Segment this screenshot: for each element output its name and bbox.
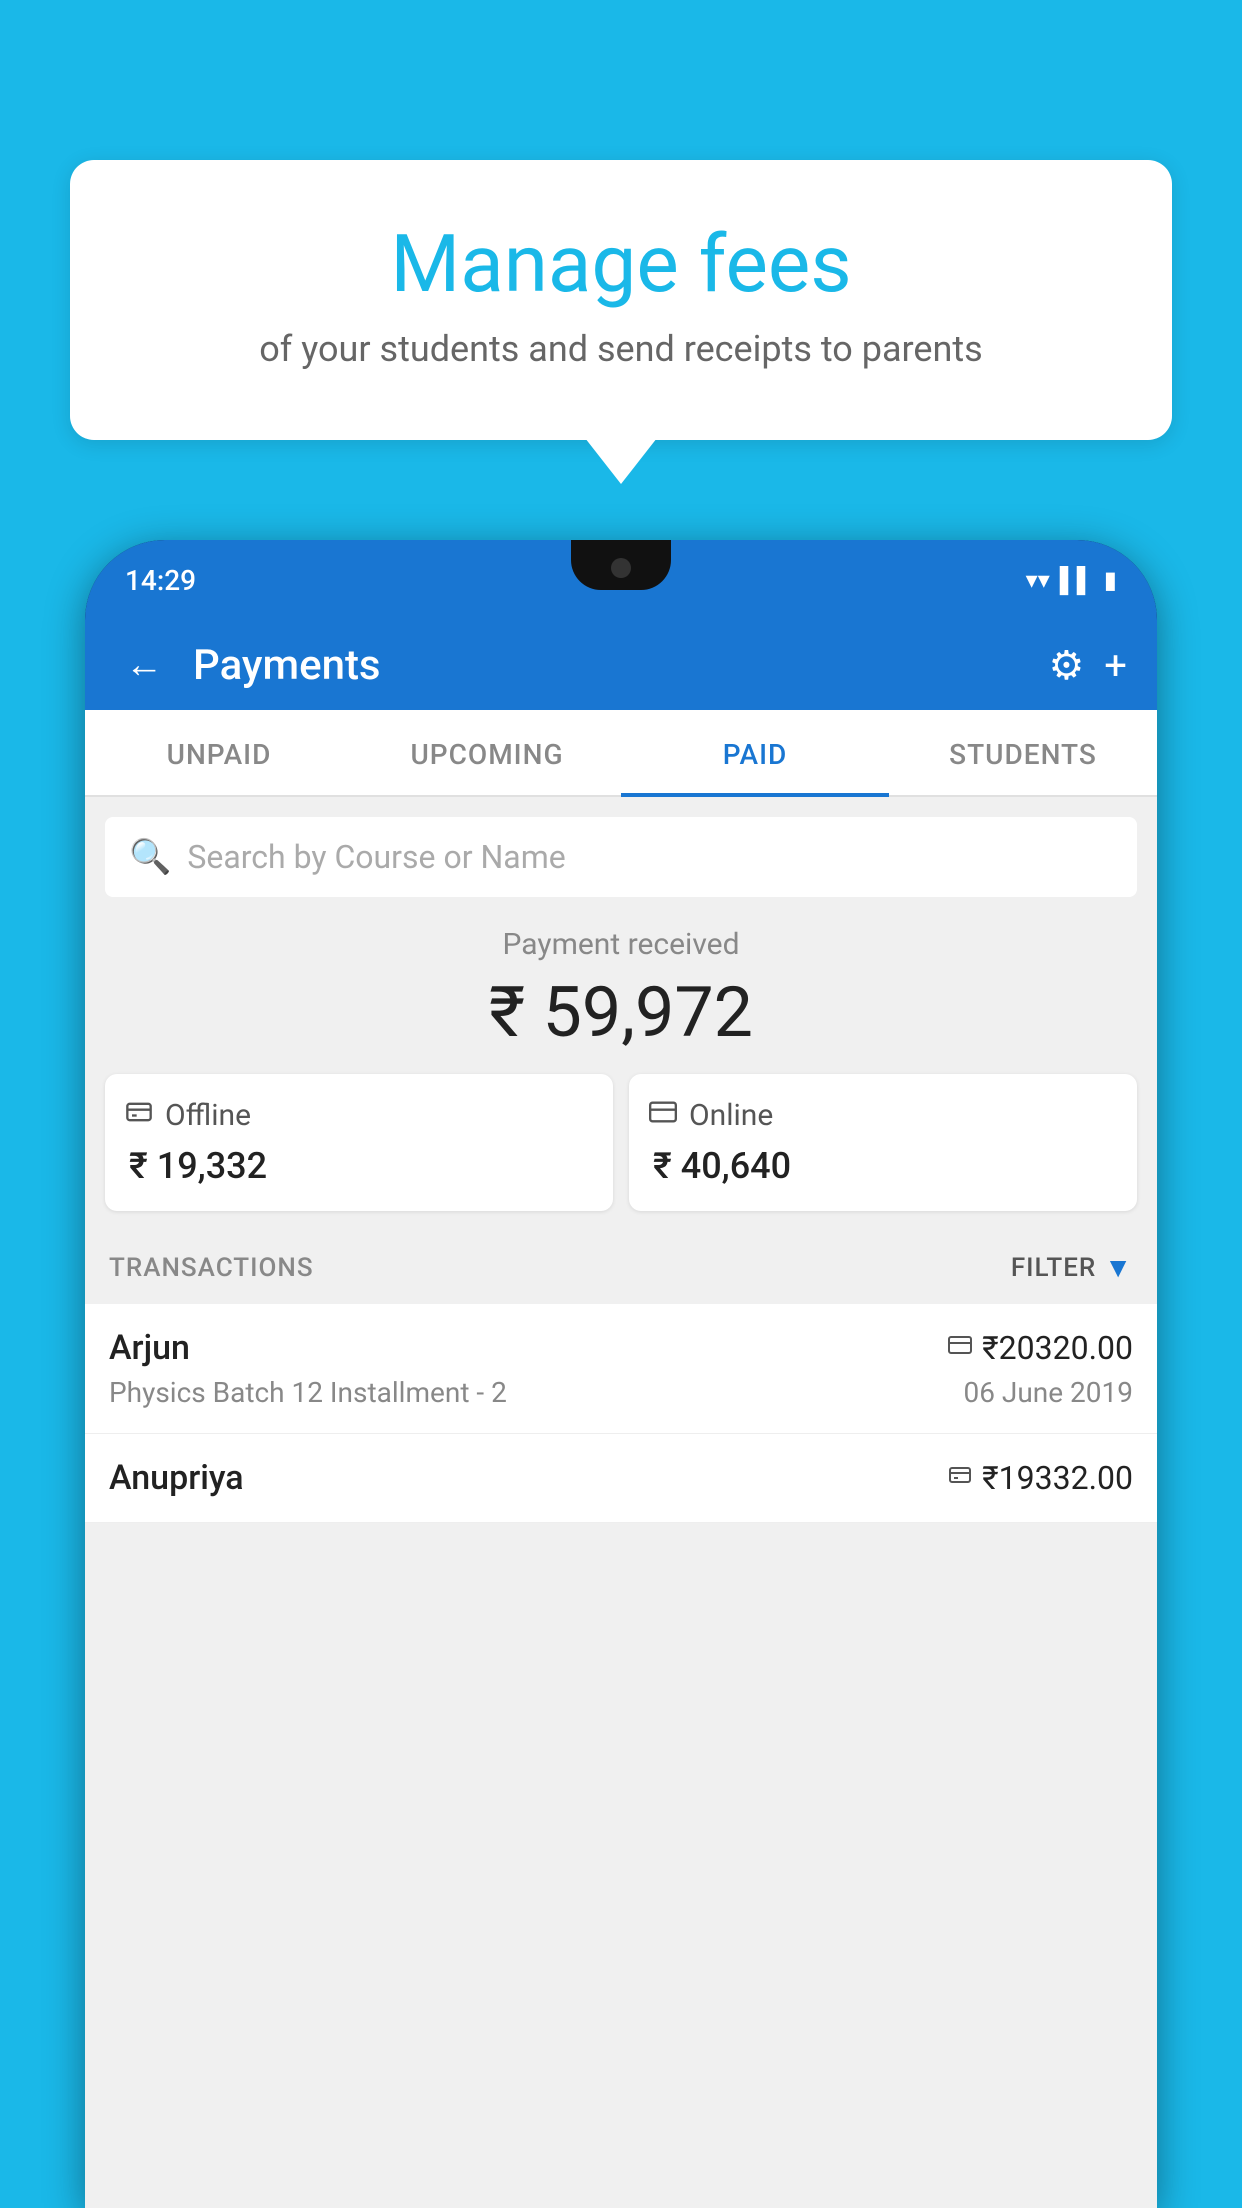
tooltip-title: Manage fees (120, 220, 1122, 308)
wifi-icon: ▾▾ (1026, 566, 1050, 594)
offline-amount: ₹ 19,332 (125, 1145, 593, 1187)
phone-screen: UNPAID UPCOMING PAID STUDENTS 🔍 Search b… (85, 710, 1157, 2208)
offline-label: Offline (165, 1098, 251, 1133)
phone-notch (571, 540, 671, 590)
offline-card-header: Offline (125, 1098, 593, 1133)
app-header: ← Payments ⚙ + (85, 620, 1157, 710)
search-icon: 🔍 (129, 837, 171, 877)
transaction-amount-wrap: ₹19332.00 (948, 1459, 1133, 1497)
filter-icon: ▼ (1104, 1251, 1133, 1284)
status-bar: 14:29 ▾▾ ▌▌ ▮ (85, 540, 1157, 620)
signal-icon: ▌▌ (1060, 566, 1094, 595)
offline-icon (125, 1098, 153, 1133)
tab-paid[interactable]: PAID (621, 710, 889, 795)
online-card-header: Online (649, 1098, 1117, 1133)
tooltip-subtitle: of your students and send receipts to pa… (120, 328, 1122, 370)
online-icon (649, 1098, 677, 1133)
camera-icon (611, 558, 631, 578)
transaction-date: 06 June 2019 (963, 1376, 1133, 1409)
transaction-item-anupriya[interactable]: Anupriya ₹19332.00 (85, 1434, 1157, 1523)
filter-button[interactable]: FILTER ▼ (1011, 1251, 1133, 1284)
status-time: 14:29 (125, 564, 196, 597)
settings-button[interactable]: ⚙ (1048, 642, 1084, 689)
transaction-row-bottom: Physics Batch 12 Installment - 2 06 June… (109, 1376, 1133, 1409)
transaction-item-arjun[interactable]: Arjun ₹20320.00 Physics Batch 12 Install… (85, 1304, 1157, 1434)
battery-icon: ▮ (1104, 566, 1117, 594)
tab-upcoming[interactable]: UPCOMING (353, 710, 621, 795)
transaction-amount-wrap: ₹20320.00 (948, 1329, 1133, 1367)
add-button[interactable]: + (1104, 642, 1127, 689)
transaction-payment-icon (948, 1463, 972, 1494)
transaction-payment-icon (948, 1333, 972, 1364)
offline-payment-card: Offline ₹ 19,332 (105, 1074, 613, 1211)
header-actions: ⚙ + (1048, 642, 1127, 689)
transaction-name: Anupriya (109, 1458, 244, 1498)
filter-label: FILTER (1011, 1253, 1096, 1283)
transaction-course: Physics Batch 12 Installment - 2 (109, 1376, 507, 1409)
tab-students[interactable]: STUDENTS (889, 710, 1157, 795)
header-title: Payments (193, 641, 1028, 690)
online-amount: ₹ 40,640 (649, 1145, 1117, 1187)
search-bar[interactable]: 🔍 Search by Course or Name (105, 817, 1137, 897)
transactions-label: TRANSACTIONS (109, 1253, 314, 1283)
payment-cards: Offline ₹ 19,332 Online ₹ 40,640 (85, 1074, 1157, 1231)
tooltip-card: Manage fees of your students and send re… (70, 160, 1172, 440)
transaction-name: Arjun (109, 1328, 190, 1368)
online-label: Online (689, 1098, 773, 1133)
payment-received-amount: ₹ 59,972 (85, 972, 1157, 1054)
tab-unpaid[interactable]: UNPAID (85, 710, 353, 795)
transactions-header: TRANSACTIONS FILTER ▼ (85, 1231, 1157, 1304)
payment-received-section: Payment received ₹ 59,972 (85, 897, 1157, 1074)
back-button[interactable]: ← (115, 633, 173, 697)
transaction-amount: ₹20320.00 (982, 1329, 1133, 1367)
tabs-bar: UNPAID UPCOMING PAID STUDENTS (85, 710, 1157, 797)
transaction-row-top: Anupriya ₹19332.00 (109, 1458, 1133, 1498)
payment-received-label: Payment received (85, 927, 1157, 962)
phone-frame: 14:29 ▾▾ ▌▌ ▮ ← Payments ⚙ + UNPAID UPCO… (85, 540, 1157, 2208)
transaction-row-top: Arjun ₹20320.00 (109, 1328, 1133, 1368)
transaction-amount: ₹19332.00 (982, 1459, 1133, 1497)
status-icons: ▾▾ ▌▌ ▮ (1026, 566, 1117, 595)
search-input-placeholder[interactable]: Search by Course or Name (187, 838, 565, 876)
online-payment-card: Online ₹ 40,640 (629, 1074, 1137, 1211)
